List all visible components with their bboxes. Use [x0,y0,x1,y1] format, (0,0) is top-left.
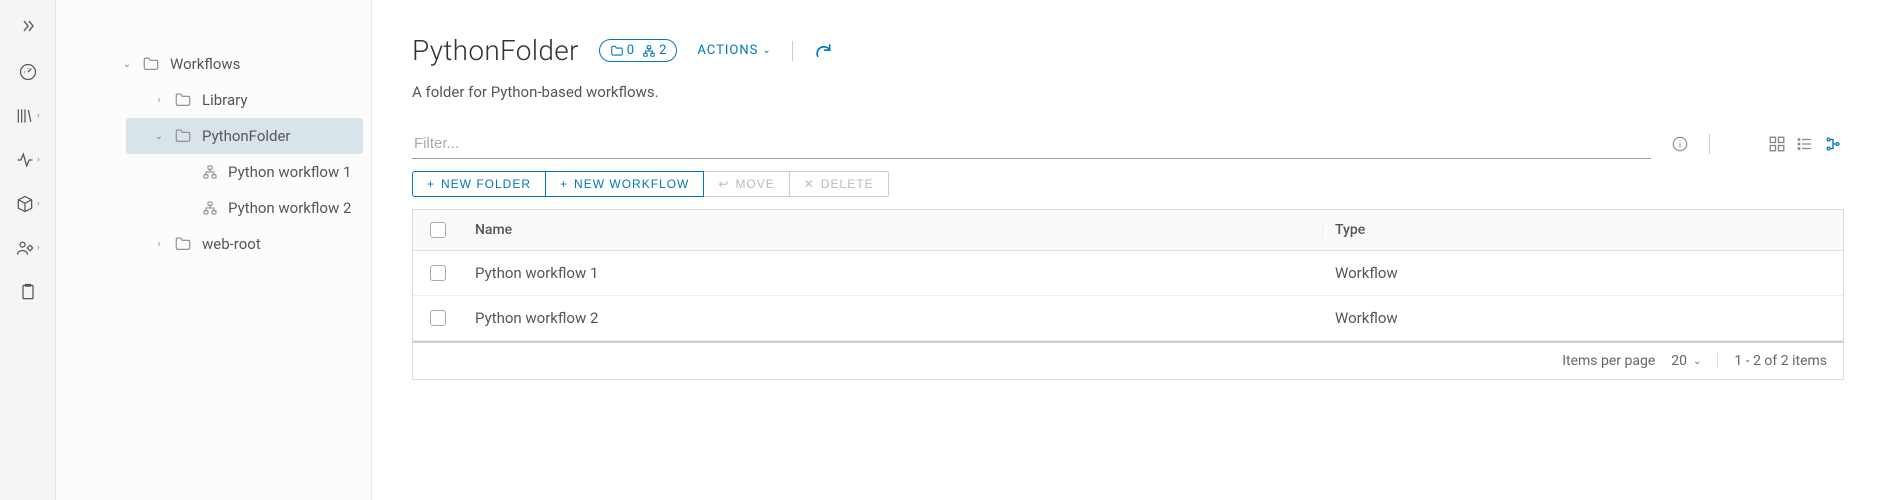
chevron-right-icon: › [37,199,40,209]
actions-label: ACTIONS [697,43,758,58]
plus-icon: + [427,177,435,191]
chevron-down-icon[interactable]: ⌄ [154,131,164,142]
filter-input[interactable] [412,129,1651,159]
tree-node-label: Python workflow 2 [228,199,351,217]
chevron-down-icon[interactable]: ⌄ [122,59,132,70]
cell-type: Workflow [1323,309,1843,327]
folder-icon [142,55,160,73]
tree-root[interactable]: ⌄ Workflows [122,46,371,82]
main-content: PythonFolder 0 2 ACTIONS ⌄ A folder for [372,0,1884,500]
content-count-badge: 0 2 [599,39,678,62]
tree-node-label: web-root [202,235,261,253]
select-all-checkbox[interactable] [430,222,446,238]
table-footer: Items per page 20 ⌄ 1 - 2 of 2 items [413,341,1843,379]
chevron-right-icon: › [37,111,40,121]
cell-type: Workflow [1323,264,1843,282]
table-row[interactable]: Python workflow 2Workflow [413,296,1843,341]
chevron-right-icon: › [37,155,40,165]
items-per-page-label: Items per page [1562,353,1655,369]
folder-icon [174,91,192,109]
plus-icon: + [560,177,568,191]
rail-inventory[interactable] [18,282,38,302]
action-toolbar: +NEW FOLDER +NEW WORKFLOW ↩MOVE ✕DELETE [412,171,1844,197]
tree-node-label: PythonFolder [202,127,291,145]
page-header: PythonFolder 0 2 ACTIONS ⌄ [412,34,1844,67]
workflow-icon [642,44,656,58]
rail-activity[interactable]: › [15,150,40,170]
card-view-toggle[interactable] [1766,133,1788,155]
cell-name: Python workflow 1 [463,264,1323,282]
divider [792,41,793,61]
chevron-right-icon[interactable]: › [154,95,164,106]
row-checkbox[interactable] [430,265,446,281]
page-size-selector[interactable]: 20 ⌄ [1671,353,1718,369]
rail-dashboard[interactable] [18,62,38,82]
rail-packages[interactable]: › [15,194,40,214]
icon-rail: › › › › [0,0,56,500]
workflow-count: 2 [659,43,666,58]
table-row[interactable]: Python workflow 1Workflow [413,251,1843,296]
tree-node[interactable]: › Library [126,82,371,118]
close-icon: ✕ [804,177,815,191]
pagination-range: 1 - 2 of 2 items [1734,353,1827,369]
divider [1709,134,1710,154]
tree-node[interactable]: › web-root [126,226,371,262]
folder-count: 0 [627,43,634,58]
rail-admin[interactable]: › [15,238,40,258]
folder-icon [610,44,624,58]
folder-icon [174,127,192,145]
workflow-icon [202,200,218,216]
info-icon[interactable] [1671,135,1689,153]
tree-view-toggle[interactable] [1822,133,1844,155]
list-view-toggle[interactable] [1794,133,1816,155]
row-checkbox[interactable] [430,310,446,326]
move-button: ↩MOVE [704,171,789,197]
tree-node-label: Python workflow 1 [228,163,351,181]
tree-node[interactable]: Python workflow 1 [126,154,371,190]
tree-node[interactable]: Python workflow 2 [126,190,371,226]
chevron-down-icon: ⌄ [1693,356,1701,367]
expand-rail-icon[interactable] [16,14,40,38]
column-header-type[interactable]: Type [1323,222,1843,238]
actions-menu[interactable]: ACTIONS ⌄ [697,43,771,58]
folder-icon [174,235,192,253]
chevron-down-icon: ⌄ [762,45,771,56]
new-workflow-button[interactable]: +NEW WORKFLOW [546,171,704,197]
chevron-right-icon: › [37,243,40,253]
workflow-tree: ⌄ Workflows › Library ⌄ PythonFolder Python … [56,10,371,262]
tree-node[interactable]: ⌄ PythonFolder [126,118,363,154]
move-icon: ↩ [718,177,729,191]
chevron-right-icon[interactable]: › [154,239,164,250]
page-title: PythonFolder [412,34,579,67]
delete-button: ✕DELETE [790,171,889,197]
items-table: Name Type Python workflow 1WorkflowPytho… [412,209,1844,380]
tree-panel: ⌄ Workflows › Library ⌄ PythonFolder Python … [56,0,372,500]
table-header: Name Type [413,210,1843,251]
column-header-name[interactable]: Name [463,222,1323,238]
new-folder-button[interactable]: +NEW FOLDER [412,171,546,197]
refresh-button[interactable] [813,41,833,61]
rail-library[interactable]: › [15,106,40,126]
folder-description: A folder for Python-based workflows. [412,83,1844,101]
cell-name: Python workflow 2 [463,309,1323,327]
tree-root-label: Workflows [170,55,240,73]
tree-node-label: Library [202,91,247,109]
workflow-icon [202,164,218,180]
